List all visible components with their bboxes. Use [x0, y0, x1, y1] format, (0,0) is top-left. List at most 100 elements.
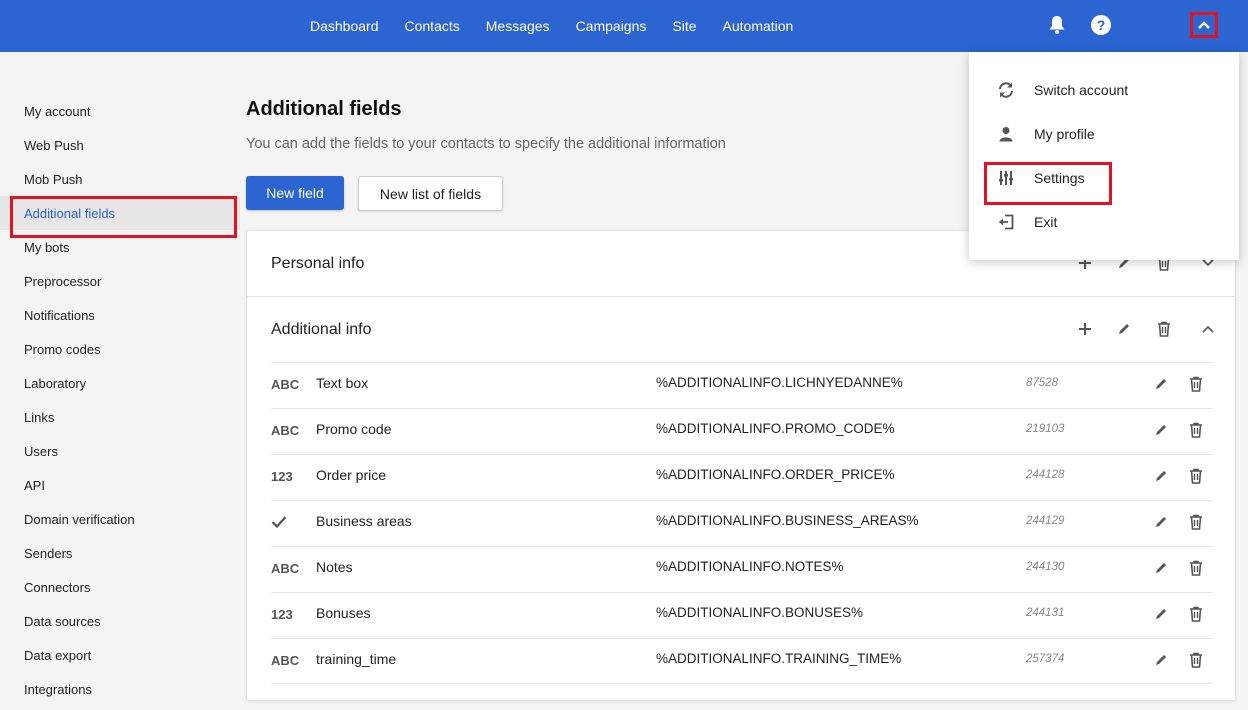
nav-site[interactable]: Site: [672, 18, 696, 34]
add-icon[interactable]: [1074, 318, 1096, 340]
checkmark-icon: [271, 515, 287, 532]
sidebar-item-web-push[interactable]: Web Push: [0, 128, 240, 162]
field-variable: %ADDITIONALINFO.TRAINING_TIME%: [656, 651, 902, 666]
sidebar-item-promo-codes[interactable]: Promo codes: [0, 332, 240, 366]
top-nav: Dashboard Contacts Messages Campaigns Si…: [310, 0, 819, 52]
sidebar-item-my-account[interactable]: My account: [0, 94, 240, 128]
field-id: 244129: [1026, 515, 1065, 527]
sidebar-item-domain-verification[interactable]: Domain verification: [0, 502, 240, 536]
field-id: 257374: [1026, 653, 1065, 665]
sidebar-item-mob-push[interactable]: Mob Push: [0, 162, 240, 196]
sidebar-item-laboratory[interactable]: Laboratory: [0, 366, 240, 400]
field-id: 244131: [1026, 607, 1065, 619]
sidebar-item-preprocessor[interactable]: Preprocessor: [0, 264, 240, 298]
menu-item-label: Switch account: [1034, 82, 1129, 98]
menu-item-my-profile[interactable]: My profile: [969, 112, 1239, 156]
trash-icon[interactable]: [1153, 318, 1175, 340]
chevron-up-icon[interactable]: [1197, 318, 1219, 340]
field-name: Promo code: [316, 421, 392, 437]
menu-item-label: Exit: [1034, 214, 1058, 230]
table-row: 123 Order price %ADDITIONALINFO.ORDER_PR…: [271, 454, 1213, 500]
table-row: 123 Bonuses %ADDITIONALINFO.BONUSES% 244…: [271, 592, 1213, 638]
trash-icon[interactable]: [1185, 511, 1207, 533]
table-row: ABC Promo code %ADDITIONALINFO.PROMO_COD…: [271, 408, 1213, 454]
account-menu-toggle[interactable]: [1190, 12, 1218, 38]
sidebar-item-notifications[interactable]: Notifications: [0, 298, 240, 332]
trash-icon[interactable]: [1185, 649, 1207, 671]
trash-icon[interactable]: [1185, 603, 1207, 625]
menu-item-settings[interactable]: Settings: [969, 156, 1239, 205]
nav-campaigns[interactable]: Campaigns: [576, 18, 647, 34]
sidebar-item-api[interactable]: API: [0, 468, 240, 502]
sidebar-item-data-sources[interactable]: Data sources: [0, 604, 240, 638]
edit-icon[interactable]: [1150, 603, 1172, 625]
trash-icon[interactable]: [1185, 373, 1207, 395]
type-label: ABC: [271, 561, 300, 576]
edit-icon[interactable]: [1150, 557, 1172, 579]
field-name: training_time: [316, 651, 397, 667]
menu-item-label: My profile: [1034, 126, 1095, 142]
type-label: ABC: [271, 653, 300, 668]
new-list-of-fields-button[interactable]: New list of fields: [358, 176, 503, 211]
sidebar-item-integrations[interactable]: Integrations: [0, 672, 240, 706]
new-field-button[interactable]: New field: [246, 176, 344, 210]
user-icon: [995, 123, 1017, 145]
group-additional-info[interactable]: Additional info: [247, 297, 1235, 363]
edit-icon[interactable]: [1150, 649, 1172, 671]
bell-icon[interactable]: [1046, 14, 1068, 36]
field-variable: %ADDITIONALINFO.BUSINESS_AREAS%: [656, 513, 919, 528]
table-row: ABC Notes %ADDITIONALINFO.NOTES% 244130: [271, 546, 1213, 592]
sidebar-item-links[interactable]: Links: [0, 400, 240, 434]
edit-icon[interactable]: [1150, 511, 1172, 533]
help-icon[interactable]: ?: [1090, 14, 1112, 36]
sidebar-item-senders[interactable]: Senders: [0, 536, 240, 570]
settings-sidebar: My account Web Push Mob Push Additional …: [0, 94, 240, 706]
nav-messages[interactable]: Messages: [486, 18, 550, 34]
sidebar-item-my-bots[interactable]: My bots: [0, 230, 240, 264]
edit-icon[interactable]: [1113, 318, 1135, 340]
trash-icon[interactable]: [1185, 557, 1207, 579]
type-label: ABC: [271, 377, 300, 392]
edit-icon[interactable]: [1150, 373, 1172, 395]
nav-contacts[interactable]: Contacts: [405, 18, 460, 34]
fields-table: ABC Text box %ADDITIONALINFO.LICHNYEDANN…: [271, 362, 1213, 684]
field-name: Bonuses: [316, 605, 371, 621]
field-name: Text box: [316, 375, 369, 391]
sliders-icon: [995, 167, 1017, 189]
sidebar-item-additional-fields[interactable]: Additional fields: [0, 196, 240, 238]
edit-icon[interactable]: [1150, 419, 1172, 441]
field-name: Order price: [316, 467, 387, 483]
table-row: Business areas %ADDITIONALINFO.BUSINESS_…: [271, 500, 1213, 546]
menu-item-label: Settings: [1034, 170, 1085, 186]
nav-dashboard[interactable]: Dashboard: [310, 18, 379, 34]
field-variable: %ADDITIONALINFO.ORDER_PRICE%: [656, 467, 895, 482]
page-title: Additional fields: [246, 98, 402, 120]
trash-icon[interactable]: [1185, 419, 1207, 441]
field-variable: %ADDITIONALINFO.NOTES%: [656, 559, 844, 574]
sync-icon: [995, 79, 1017, 101]
nav-automation[interactable]: Automation: [723, 18, 794, 34]
trash-icon[interactable]: [1185, 465, 1207, 487]
field-id: 219103: [1026, 423, 1065, 435]
account-dropdown-menu: Switch account My profile Settings Exit: [969, 52, 1239, 260]
sidebar-item-connectors[interactable]: Connectors: [0, 570, 240, 604]
field-name: Notes: [316, 559, 353, 575]
table-row: ABC Text box %ADDITIONALINFO.LICHNYEDANN…: [271, 362, 1213, 408]
group-title: Additional info: [271, 321, 372, 338]
field-id: 87528: [1026, 377, 1058, 389]
type-label: ABC: [271, 423, 300, 438]
field-id: 244128: [1026, 469, 1065, 481]
field-variable: %ADDITIONALINFO.PROMO_CODE%: [656, 421, 895, 436]
page-subtitle: You can add the fields to your contacts …: [246, 136, 726, 152]
menu-item-exit[interactable]: Exit: [969, 200, 1239, 244]
sidebar-item-data-export[interactable]: Data export: [0, 638, 240, 672]
exit-icon: [995, 211, 1017, 233]
table-row: ABC training_time %ADDITIONALINFO.TRAINI…: [271, 638, 1213, 684]
edit-icon[interactable]: [1150, 465, 1172, 487]
menu-item-switch-account[interactable]: Switch account: [969, 68, 1239, 112]
type-label: 123: [271, 607, 293, 622]
sidebar-item-users[interactable]: Users: [0, 434, 240, 468]
top-bar: Dashboard Contacts Messages Campaigns Si…: [0, 0, 1248, 52]
fields-card: Personal info Additional info ABC Text b…: [246, 230, 1236, 701]
type-label: 123: [271, 469, 293, 484]
